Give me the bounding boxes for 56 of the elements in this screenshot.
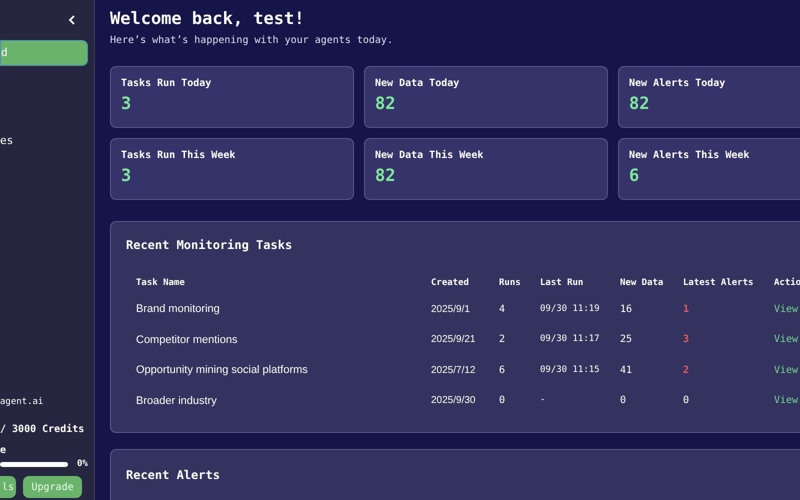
view-link[interactable]: View (774, 393, 800, 408)
column-header: Last Run (540, 277, 584, 290)
view-link[interactable]: View (774, 362, 800, 378)
table-cell-text: 2025/9/30 (431, 394, 476, 408)
table-cell-text: - (540, 394, 546, 407)
chevron-left-icon[interactable] (68, 15, 76, 25)
stat-value: 82 (629, 93, 650, 115)
page-subtitle: Here’s what’s happening with your agents today. (110, 34, 394, 48)
stat-value: 3 (121, 165, 132, 187)
column-header: Latest Alerts (683, 277, 754, 290)
stat-value: 3 (121, 93, 132, 115)
credits-text: / 3000 Credits (0, 422, 86, 436)
stat-label: New Alerts This Week (629, 148, 750, 163)
panel-title: Recent Monitoring Tasks (126, 237, 294, 254)
column-header: Runs (499, 277, 522, 290)
table-cell-text: 25 (620, 333, 634, 348)
table-cell-text: 0 (620, 394, 628, 408)
stat-label: New Data Today (375, 77, 460, 91)
table-cell-text: 4 (499, 302, 506, 317)
table-cell-text: 09/30 11:15 (540, 364, 601, 376)
panel-title: Recent Alerts (126, 467, 221, 484)
usage-label: e (0, 444, 8, 458)
table-cell-text: 2025/9/1 (431, 302, 471, 317)
alert-count: 3 (683, 333, 690, 348)
table-cell-text: 41 (620, 364, 634, 378)
alert-count: 0 (683, 394, 690, 408)
column-header: New Data (620, 277, 664, 290)
stat-label: New Data This Week (375, 148, 484, 163)
view-link[interactable]: View (774, 332, 800, 348)
column-header: Created (431, 277, 470, 290)
table-cell-text: 16 (620, 302, 634, 317)
table-cell-text: 0 (499, 394, 506, 408)
stat-label: Tasks Run Today (121, 77, 212, 91)
alert-count: 1 (683, 302, 690, 317)
stat-value: 82 (375, 93, 396, 115)
table-cell-text: 2025/7/12 (431, 364, 476, 378)
table-cell-text: 09/30 11:17 (540, 333, 601, 346)
stat-value: 6 (629, 165, 640, 187)
site-url: agent.ai (0, 396, 44, 409)
table-cell-text: 2025/9/21 (431, 333, 476, 348)
nav-item[interactable]: es (0, 128, 88, 154)
task-name: Brand monitoring (136, 302, 221, 317)
table-cell-text: 6 (499, 364, 506, 378)
usage-percent: 0% (77, 458, 88, 470)
task-name: Opportunity mining social platforms (136, 363, 309, 378)
task-name: Broader industry (136, 394, 218, 408)
column-header: Task Name (136, 277, 186, 290)
table-cell-text: 2 (499, 333, 506, 348)
stat-label: Tasks Run This Week (121, 148, 236, 163)
table-cell-text: 09/30 11:19 (540, 302, 601, 316)
stat-value: 82 (375, 165, 396, 187)
view-link[interactable]: View (774, 302, 800, 317)
stat-label: New Alerts Today (629, 77, 726, 91)
alert-count: 2 (683, 364, 690, 378)
task-name: Competitor mentions (136, 332, 238, 348)
page-title: Welcome back, test! (110, 8, 306, 30)
